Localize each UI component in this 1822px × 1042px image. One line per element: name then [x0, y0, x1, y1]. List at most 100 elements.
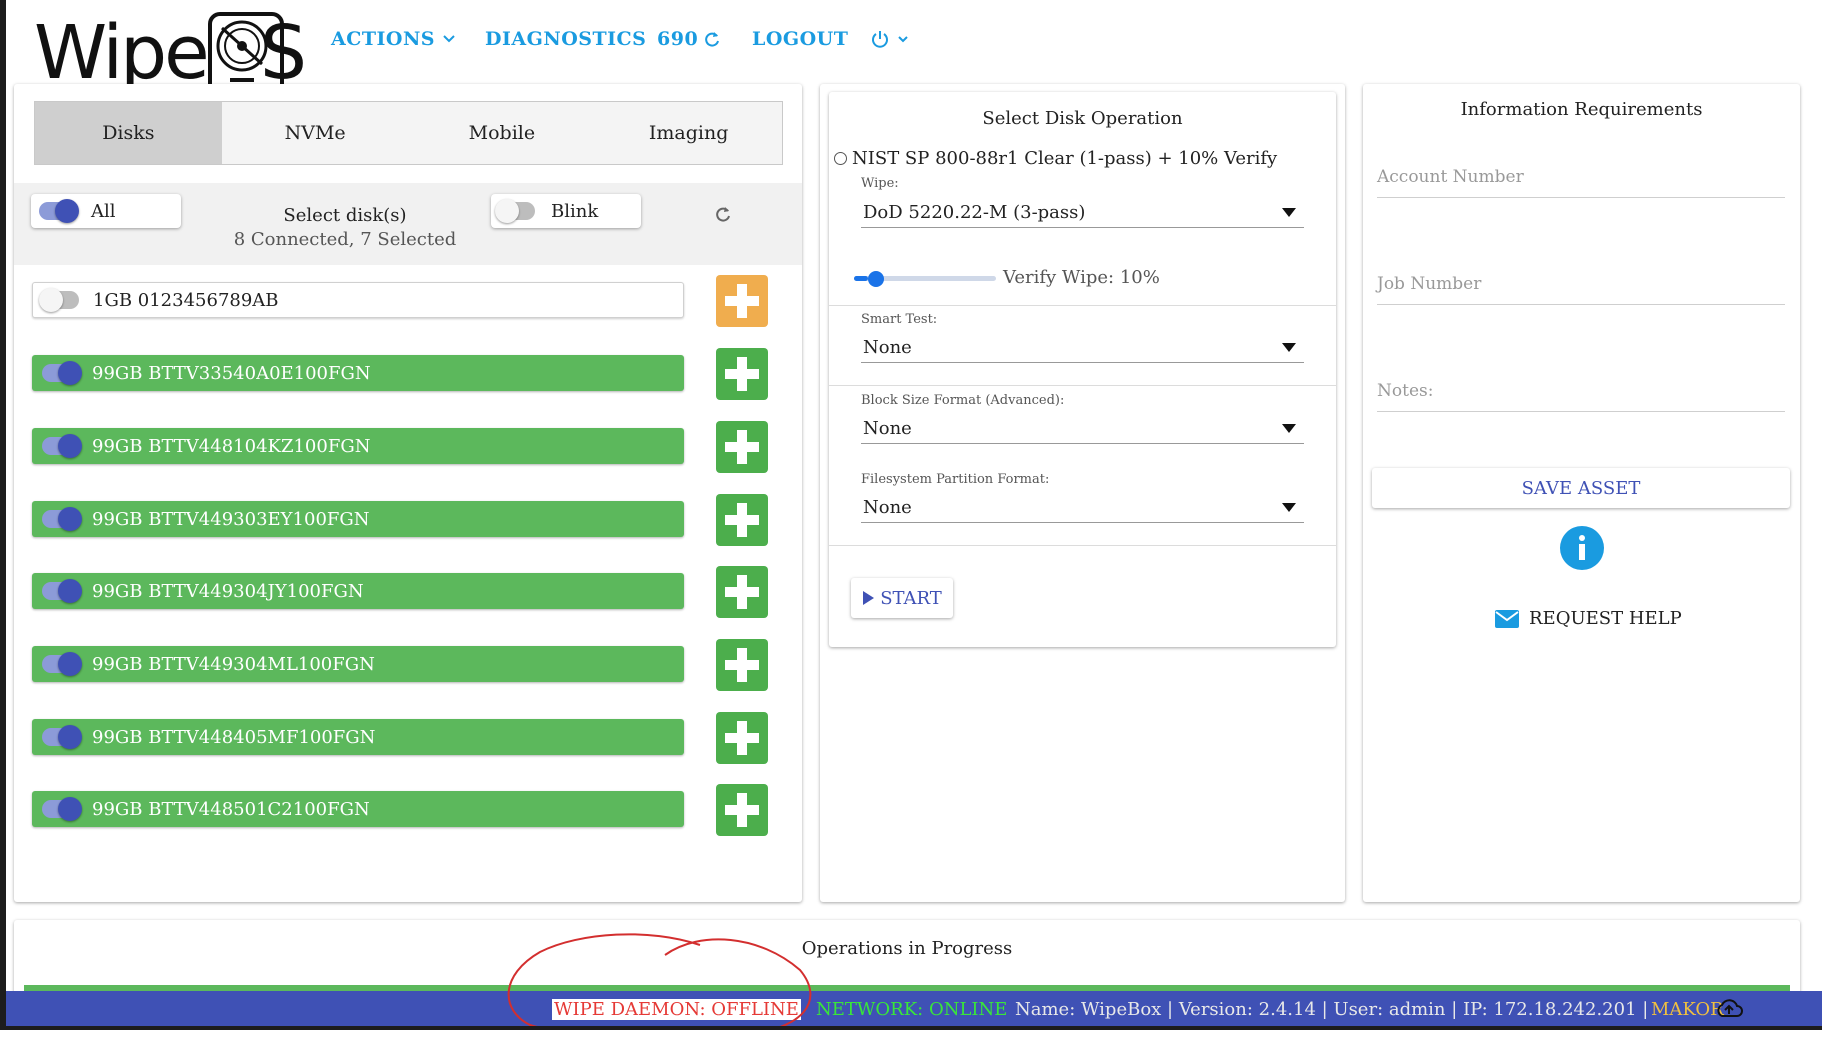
- request-help-button[interactable]: REQUEST HELP: [1495, 608, 1682, 629]
- filesystem-format-select[interactable]: None: [861, 493, 1304, 523]
- smart-test-value: None: [863, 337, 912, 358]
- add-disk-button[interactable]: [716, 566, 768, 618]
- dropdown-arrow-icon: [1282, 503, 1296, 512]
- disk-select-toggle[interactable]: [42, 725, 82, 749]
- disk-row[interactable]: 99GB BTTV33540A0E100FGN: [32, 355, 684, 391]
- disk-select-toggle[interactable]: [42, 434, 82, 458]
- disk-label: 99GB BTTV449304ML100FGN: [92, 653, 375, 675]
- counter-refresh-button[interactable]: 690: [657, 24, 720, 54]
- disk-label: 99GB BTTV448501C2100FGN: [92, 798, 370, 820]
- wipe-method-value: DoD 5220.22-M (3-pass): [863, 202, 1086, 223]
- network-status: NETWORK: ONLINE: [816, 999, 1008, 1020]
- dropdown-arrow-icon: [1282, 208, 1296, 217]
- cloud-upload-button[interactable]: [1714, 997, 1744, 1024]
- blink-label: Blink: [551, 200, 599, 222]
- disk-select-toggle[interactable]: [42, 652, 82, 676]
- divider: [829, 545, 1336, 546]
- plus-icon: [725, 357, 759, 391]
- logout-link[interactable]: LOGOUT: [752, 24, 848, 54]
- radio-button[interactable]: [834, 152, 847, 165]
- refresh-disks-button[interactable]: [713, 204, 733, 228]
- smart-test-label: Smart Test:: [861, 312, 938, 327]
- disk-row[interactable]: 1GB 0123456789AB: [32, 282, 684, 318]
- info-title: Information Requirements: [1460, 99, 1703, 120]
- account-number-field[interactable]: Account Number: [1377, 167, 1785, 198]
- add-disk-button[interactable]: [716, 421, 768, 473]
- notes-field[interactable]: Notes:: [1377, 381, 1785, 412]
- disk-row[interactable]: 99GB BTTV449304JY100FGN: [32, 573, 684, 609]
- disk-row[interactable]: 99GB BTTV448104KZ100FGN: [32, 428, 684, 464]
- power-menu[interactable]: [870, 24, 910, 54]
- status-bar: WIPE DAEMON: OFFLINE NETWORK: ONLINE Nam…: [6, 991, 1822, 1029]
- filesystem-format-label: Filesystem Partition Format:: [861, 472, 1050, 487]
- plus-icon: [725, 284, 759, 318]
- refresh-icon: [705, 32, 720, 47]
- envelope-icon: [1495, 609, 1519, 628]
- smart-test-select[interactable]: None: [861, 333, 1304, 363]
- plus-icon: [725, 575, 759, 609]
- diagnostics-label: DIAGNOSTICS: [485, 28, 647, 50]
- select-all-toggle[interactable]: All: [31, 194, 181, 228]
- wipe-method-select[interactable]: DoD 5220.22-M (3-pass): [861, 198, 1304, 228]
- power-icon: [872, 31, 888, 48]
- toggle-switch[interactable]: [495, 199, 535, 223]
- add-disk-button[interactable]: [716, 275, 768, 327]
- operations-title: Operations in Progress: [801, 938, 1013, 959]
- device-tabs: Disks NVMe Mobile Imaging: [34, 101, 783, 165]
- brand-label: MAKOR: [1651, 999, 1724, 1020]
- add-disk-button[interactable]: [716, 712, 768, 764]
- operation-title: Select Disk Operation: [982, 108, 1183, 129]
- info-button[interactable]: [1560, 526, 1604, 574]
- request-help-label: REQUEST HELP: [1529, 608, 1682, 629]
- block-size-select[interactable]: None: [861, 414, 1304, 444]
- cloud-upload-icon: [1717, 999, 1743, 1017]
- disk-label: 99GB BTTV448405MF100FGN: [92, 726, 376, 748]
- save-asset-button[interactable]: SAVE ASSET: [1372, 468, 1790, 508]
- tab-disks[interactable]: Disks: [35, 102, 222, 164]
- toggle-switch[interactable]: [39, 199, 79, 223]
- plus-icon: [725, 721, 759, 755]
- actions-menu[interactable]: ACTIONS: [331, 24, 457, 54]
- add-disk-button[interactable]: [716, 494, 768, 546]
- add-disk-button[interactable]: [716, 639, 768, 691]
- add-disk-button[interactable]: [716, 348, 768, 400]
- filesystem-format-value: None: [863, 497, 912, 518]
- select-disks-title: Select disk(s): [283, 205, 407, 226]
- operation-preset-radio[interactable]: NIST SP 800-88r1 Clear (1-pass) + 10% Ve…: [834, 148, 1277, 169]
- dropdown-arrow-icon: [1282, 343, 1296, 352]
- diagnostics-link[interactable]: DIAGNOSTICS: [485, 24, 646, 54]
- logout-label: LOGOUT: [752, 28, 849, 50]
- disk-select-toggle[interactable]: [42, 507, 82, 531]
- job-number-field[interactable]: Job Number: [1377, 274, 1785, 305]
- block-size-value: None: [863, 418, 912, 439]
- window-margin-bottom: [0, 1030, 1822, 1042]
- chevron-down-icon: [898, 36, 908, 43]
- disk-row[interactable]: 99GB BTTV448501C2100FGN: [32, 791, 684, 827]
- plus-icon: [725, 503, 759, 537]
- plus-icon: [725, 648, 759, 682]
- info-icon: [1560, 526, 1604, 570]
- tab-mobile[interactable]: Mobile: [409, 102, 596, 164]
- blink-toggle[interactable]: Blink: [491, 194, 641, 228]
- disk-row[interactable]: 99GB BTTV449304ML100FGN: [32, 646, 684, 682]
- counter-value: 690: [657, 28, 699, 50]
- play-icon: [863, 591, 875, 605]
- disk-select-toggle[interactable]: [39, 288, 79, 312]
- save-asset-label: SAVE ASSET: [1521, 477, 1641, 499]
- window-frame-left: [0, 0, 6, 1042]
- tab-nvme[interactable]: NVMe: [222, 102, 409, 164]
- system-details: Name: WipeBox | Version: 2.4.14 | User: …: [1015, 999, 1649, 1020]
- divider: [829, 385, 1336, 386]
- add-disk-button[interactable]: [716, 784, 768, 836]
- disk-select-toggle[interactable]: [42, 797, 82, 821]
- actions-label: ACTIONS: [331, 28, 436, 50]
- start-button[interactable]: START: [851, 578, 953, 618]
- tab-imaging[interactable]: Imaging: [595, 102, 782, 164]
- notes-placeholder: Notes:: [1377, 381, 1434, 401]
- dropdown-arrow-icon: [1282, 424, 1296, 433]
- disk-select-toggle[interactable]: [42, 361, 82, 385]
- disk-row[interactable]: 99GB BTTV448405MF100FGN: [32, 719, 684, 755]
- disk-row[interactable]: 99GB BTTV449303EY100FGN: [32, 501, 684, 537]
- disk-select-toggle[interactable]: [42, 579, 82, 603]
- plus-icon: [725, 793, 759, 827]
